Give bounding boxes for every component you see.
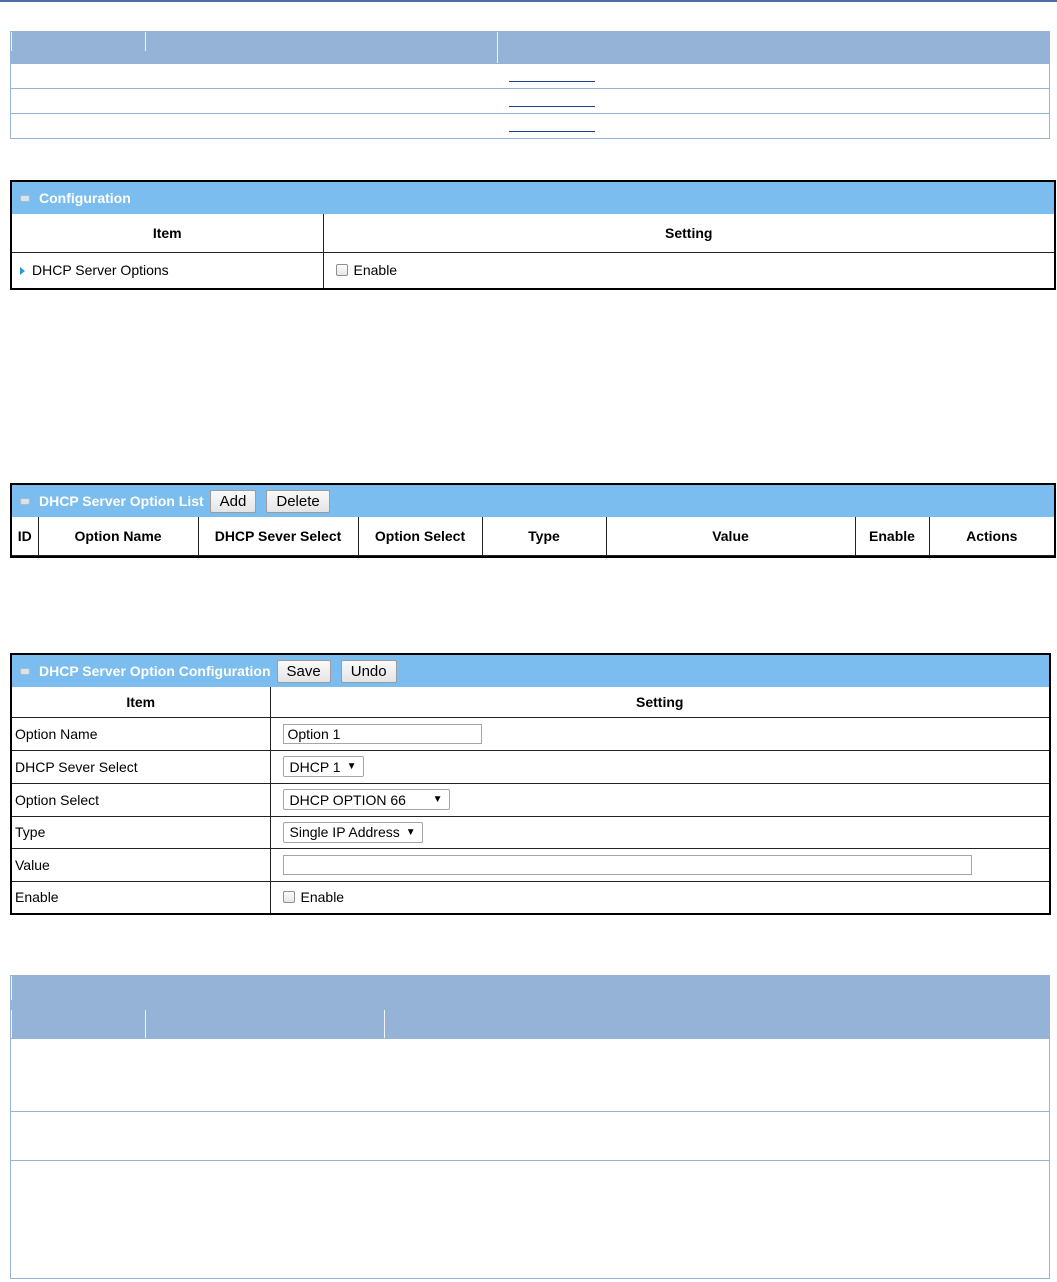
option-list-panel: DHCP Server Option List Add Delete ID Op… (10, 483, 1056, 558)
column-header-type: Type (481, 517, 607, 556)
type-select-dropdown[interactable]: Single IP Address ▼ (282, 821, 423, 843)
undo-button[interactable]: Undo (340, 659, 397, 683)
enable-label: Enable (353, 262, 398, 279)
doc-table-bottom-header (11, 976, 1049, 1038)
server-select-dropdown[interactable]: DHCP 1 ▼ (282, 756, 364, 777)
column-header-item: Item (12, 687, 271, 718)
top-rule (0, 0, 1057, 2)
configuration-title: Configuration (39, 190, 131, 206)
column-header-actions: Actions (928, 517, 1054, 556)
column-header-setting: Setting (322, 214, 1054, 253)
doc-table-bottom (10, 975, 1050, 1279)
value-input[interactable] (282, 854, 972, 875)
option-name-label: Option Name (12, 716, 271, 751)
doc-table-bottom-row (11, 1160, 1049, 1278)
doc-table-top-row (11, 63, 1049, 88)
dropdown-caret-icon: ▼ (346, 761, 357, 772)
option-enable-checkbox[interactable] (282, 891, 295, 904)
doc-table-top-row (11, 88, 1049, 113)
option-select-dropdown[interactable]: DHCP OPTION 66 ▼ (282, 789, 450, 810)
column-header-option-name: Option Name (37, 517, 199, 556)
option-list-header: DHCP Server Option List Add Delete (12, 485, 1054, 517)
column-header-server-select: DHCP Sever Select (197, 517, 359, 556)
column-header-enable: Enable (854, 517, 930, 556)
configuration-table: Item Setting DHCP Server Options Enable (12, 214, 1054, 288)
bullet-icon (20, 667, 30, 675)
configuration-header: Configuration (12, 182, 1054, 214)
column-header-option-select: Option Select (357, 517, 483, 556)
doc-table-top-header (11, 32, 1049, 63)
dropdown-caret-icon: ▼ (432, 794, 443, 805)
type-select-value: Single IP Address (289, 824, 400, 840)
column-header-value: Value (605, 517, 856, 556)
bullet-icon (20, 497, 30, 505)
dropdown-caret-icon: ▼ (405, 826, 416, 838)
server-select-value: DHCP 1 (289, 758, 341, 775)
option-config-header: DHCP Server Option Configuration Save Un… (12, 655, 1049, 687)
server-select-label: DHCP Sever Select (12, 749, 271, 784)
column-header-id: ID (12, 517, 39, 556)
enable-row-label: Enable (12, 880, 271, 913)
type-label: Type (12, 815, 271, 849)
configuration-panel: Configuration Item Setting DHCP Server O… (10, 180, 1056, 290)
save-button[interactable]: Save (276, 659, 331, 683)
option-config-table: Item Setting Option Name DHCP Sever Sele… (12, 687, 1049, 913)
option-config-panel: DHCP Server Option Configuration Save Un… (10, 653, 1051, 915)
doc-table-bottom-row (11, 1111, 1049, 1160)
value-label: Value (12, 847, 271, 882)
column-header-item: Item (12, 214, 324, 253)
doc-table-top (10, 31, 1050, 139)
add-button[interactable]: Add (209, 489, 257, 513)
option-select-value: DHCP OPTION 66 (289, 791, 406, 808)
delete-button[interactable]: Delete (266, 489, 330, 513)
dhcp-server-options-label: DHCP Server Options (32, 262, 169, 279)
option-select-label: Option Select (12, 782, 271, 817)
option-enable-checkbox-label: Enable (300, 889, 345, 906)
dhcp-server-options-enable-checkbox[interactable] (335, 264, 348, 277)
column-header-setting: Setting (269, 687, 1049, 718)
doc-table-top-row (11, 113, 1049, 138)
option-list-title: DHCP Server Option List (39, 493, 204, 509)
option-name-input[interactable] (282, 723, 482, 744)
option-config-title: DHCP Server Option Configuration (39, 663, 271, 679)
doc-table-bottom-row (11, 1038, 1049, 1111)
triangle-right-icon (20, 267, 25, 276)
bullet-icon (20, 194, 30, 202)
option-list-table: ID Option Name DHCP Sever Select Option … (12, 517, 1054, 556)
